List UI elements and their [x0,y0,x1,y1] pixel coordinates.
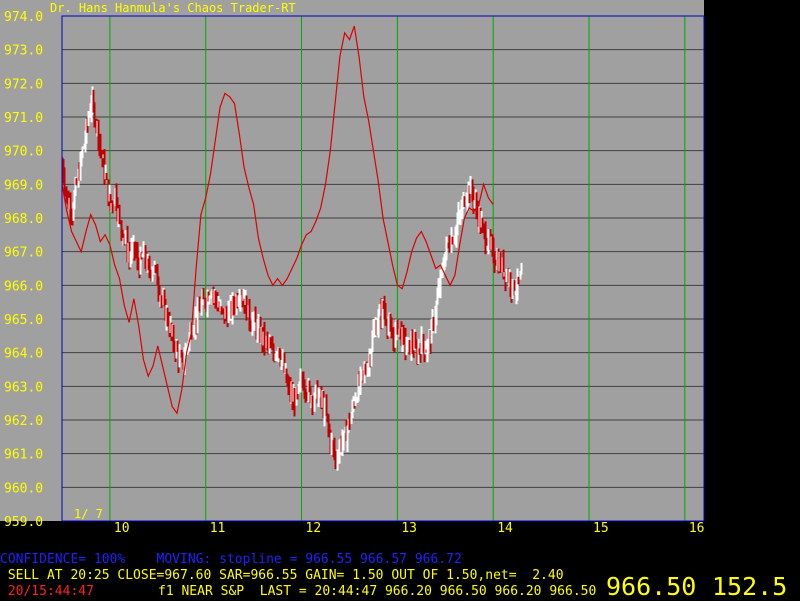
chart-screen: 974.0 973.0 972.0 971.0 970.0 969.0 968.0 967.0… [0,0,800,600]
y-tick-label: 959.0 [4,515,43,530]
app-title: Dr. Hans Hanmula's Chaos Trader-RT [50,1,296,15]
y-tick-label: 969.0 [4,178,43,193]
x-tick-label: 15 [593,521,609,536]
big-change: 152.5 [712,572,788,601]
x-tick-label: 13 [401,521,417,536]
y-tick-label: 966.0 [4,279,43,294]
y-tick-label: 973.0 [4,44,43,59]
y-tick-label: 964.0 [4,347,43,362]
big-last-price: 966.50 [606,572,697,601]
y-tick-label: 970.0 [4,145,43,160]
x-tick-label: 10 [114,521,130,536]
y-tick-label: 962.0 [4,414,43,429]
y-tick-label: 971.0 [4,111,43,126]
confidence-line: CONFIDENCE= 100% MOVING: stopline = 966.… [0,552,462,567]
y-tick-label: 965.0 [4,313,43,328]
trade-signal-line: SELL AT 20:25 CLOSE=967.60 SAR=966.55 GA… [0,568,564,583]
x-tick-label: 11 [210,521,226,536]
plot-area [0,0,704,521]
last-quote-line: f1 NEAR S&P LAST = 20:44:47 966.20 966.5… [158,584,597,599]
y-tick-label: 974.0 [4,10,43,25]
page-indicator: 1/ 7 [74,507,103,521]
y-tick-label: 961.0 [4,448,43,463]
x-tick-label: 16 [689,521,705,536]
y-tick-label: 967.0 [4,246,43,261]
y-tick-label: 963.0 [4,380,43,395]
x-tick-label: 14 [497,521,513,536]
session-time: 20/15:44:47 [0,584,94,599]
y-tick-label: 960.0 [4,481,43,496]
y-tick-label: 972.0 [4,77,43,92]
y-tick-label: 968.0 [4,212,43,227]
x-tick-label: 12 [306,521,322,536]
